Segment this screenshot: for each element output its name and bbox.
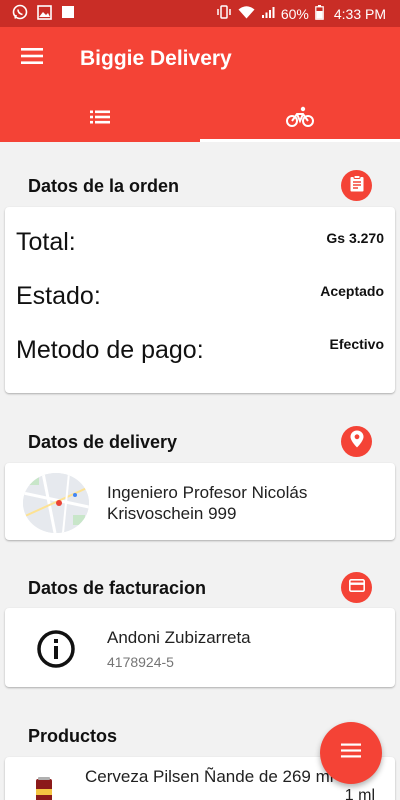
delivery-section-title: Datos de delivery [28, 432, 178, 452]
tab-indicator [200, 139, 400, 142]
status-right-icons: 60% 4:33 PM [216, 4, 386, 23]
beer-can-image [35, 777, 53, 800]
battery-icon [315, 4, 324, 23]
status-bar: 60% 4:33 PM [0, 0, 400, 27]
whatsapp-icon [12, 4, 28, 23]
clipboard-icon [350, 174, 364, 197]
vibrate-icon [216, 5, 232, 22]
fab-menu-button[interactable] [320, 722, 382, 784]
delivery-card[interactable]: Ingeniero Profesor Nicolás Krisvoschein … [5, 463, 395, 540]
info-icon [36, 629, 76, 669]
app-bar: Biggie Delivery [0, 27, 400, 142]
credit-card-icon [348, 578, 365, 597]
hamburger-menu-icon [21, 47, 43, 70]
billing-section-badge [341, 572, 372, 603]
wifi-icon [238, 5, 255, 22]
billing-card[interactable]: Andoni Zubizarreta 4178924-5 [5, 608, 395, 687]
delivery-address: Ingeniero Profesor Nicolás Krisvoschein … [107, 483, 308, 523]
delivery-section-badge [341, 426, 372, 457]
products-section-title: Productos [28, 726, 118, 746]
list-icon [90, 110, 110, 129]
image-icon [37, 4, 52, 23]
hamburger-menu-button[interactable] [18, 46, 46, 70]
billing-name: Andoni Zubizarreta [107, 628, 251, 647]
order-status-label: Estado: [16, 282, 101, 310]
battery-percent: 60% [280, 5, 309, 22]
product-quantity: 1 ml [344, 787, 375, 800]
tab-delivery[interactable] [200, 97, 400, 142]
order-card: Total: Gs 3.270 Estado: Aceptado Metodo … [5, 207, 395, 393]
order-status-value: Aceptado [320, 283, 384, 299]
order-payment-value: Efectivo [329, 336, 384, 352]
location-pin-icon [350, 430, 364, 453]
map-thumbnail[interactable] [23, 473, 89, 533]
order-total-label: Total: [16, 228, 76, 256]
order-payment-label: Metodo de pago: [16, 336, 204, 364]
status-left-icons [12, 4, 75, 23]
billing-section-title: Datos de facturacion [28, 578, 207, 598]
square-icon [61, 5, 75, 22]
billing-ruc: 4178924-5 [107, 654, 174, 670]
order-total-value: Gs 3.270 [326, 230, 384, 246]
tab-list[interactable] [0, 97, 200, 142]
status-time: 4:33 PM [333, 5, 386, 22]
signal-icon [261, 5, 275, 22]
app-title: Biggie Delivery [80, 47, 232, 70]
order-section-title: Datos de la orden [28, 176, 180, 196]
order-section-badge [341, 170, 372, 201]
menu-icon [341, 743, 361, 763]
bicycle-icon [286, 106, 314, 133]
product-name: Cerveza Pilsen Ñande de 269 ml [85, 767, 334, 786]
